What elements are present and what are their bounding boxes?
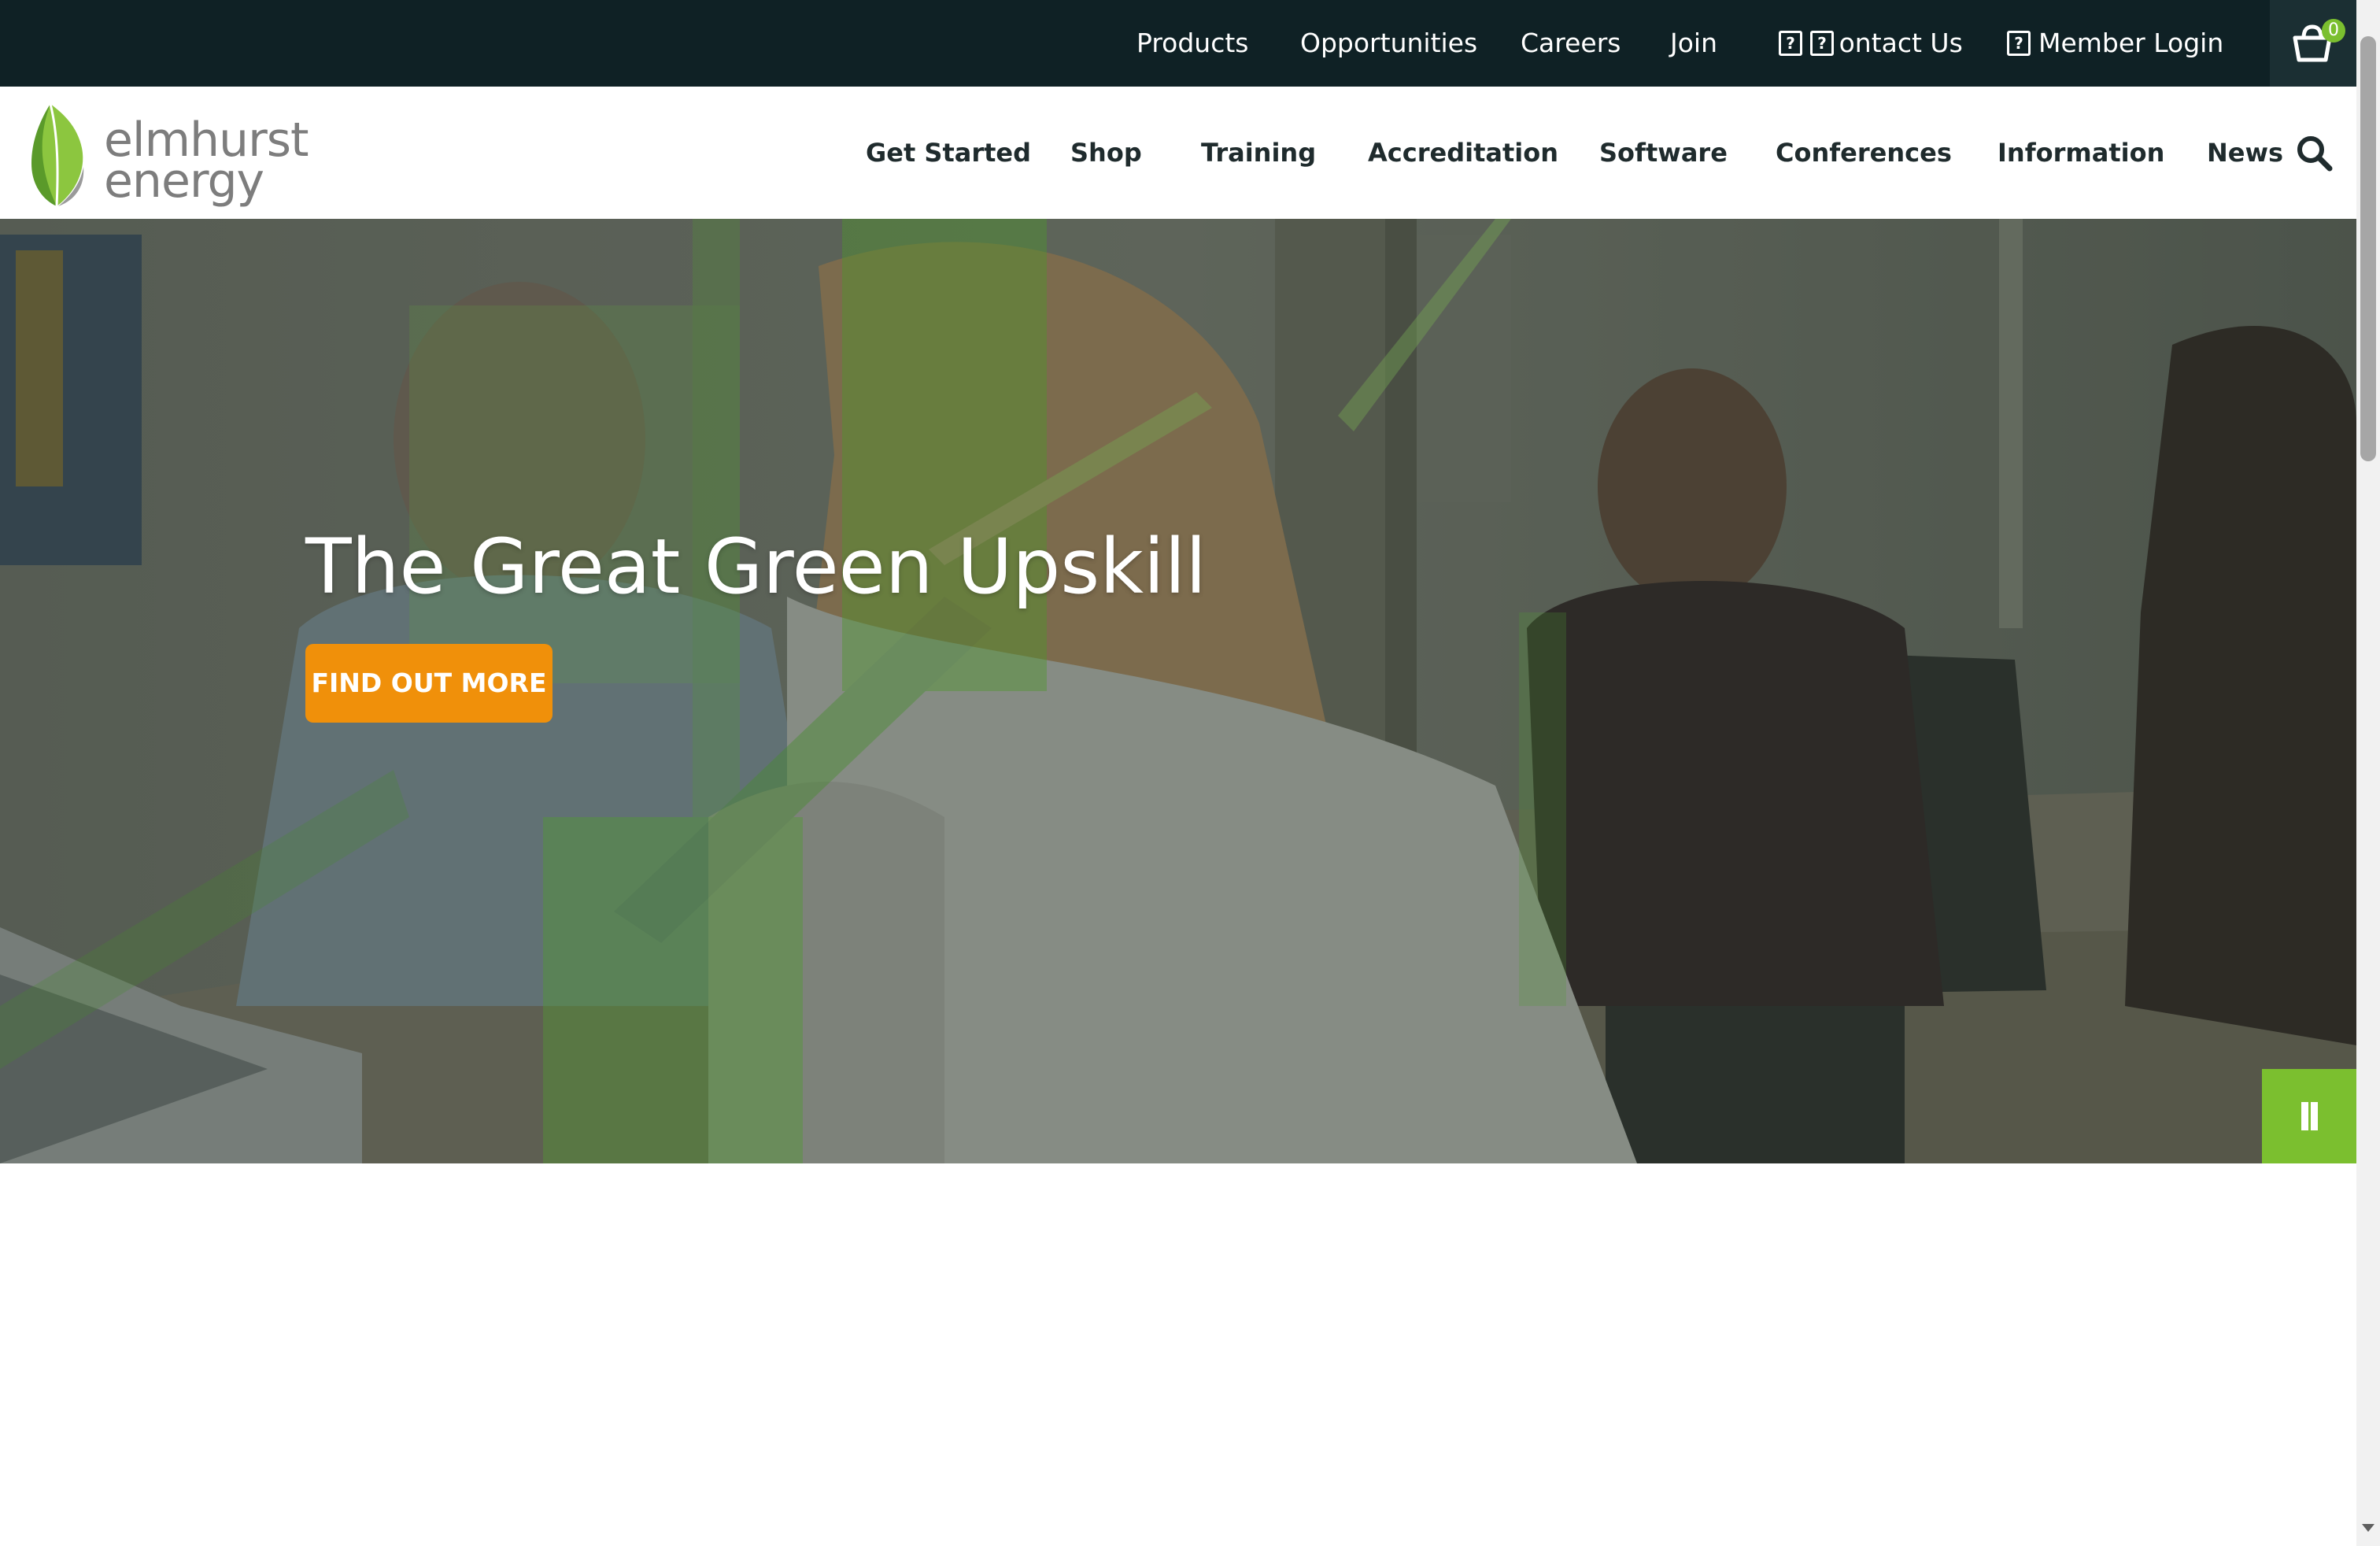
scroll-down-arrow-icon[interactable] [2362, 1524, 2374, 1532]
pause-icon [2301, 1102, 2308, 1130]
logo-wordmark: elmhurst energy [104, 117, 309, 205]
nav-conferences[interactable]: Conferences [1776, 87, 1952, 219]
utility-link-label: Member Login [2038, 28, 2224, 58]
hero-banner: The Great Green Upskill FIND OUT MORE [0, 219, 2356, 1163]
nav-information[interactable]: Information [1998, 87, 2164, 219]
utility-link-label: Opportunities [1300, 28, 1478, 58]
utility-link-label: Careers [1521, 28, 1621, 58]
utility-link-contact-us[interactable]: ? ? ontact Us [1779, 0, 1963, 87]
main-header: elmhurst energy Get Started Shop Trainin… [0, 87, 2356, 219]
nav-accreditation[interactable]: Accreditation [1368, 87, 1558, 219]
cart-count-badge: 0 [2322, 19, 2345, 43]
utility-link-opportunities[interactable]: Opportunities [1300, 0, 1477, 87]
utility-link-label: Join [1670, 28, 1718, 58]
utility-link-member-login[interactable]: ? Member Login [2007, 0, 2223, 87]
cart-button[interactable]: 0 [2270, 0, 2356, 87]
utility-link-join[interactable]: Join [1670, 0, 1717, 87]
scrollbar-thumb[interactable] [2360, 36, 2376, 461]
utility-link-products[interactable]: Products [1136, 0, 1249, 87]
page-scrollbar[interactable] [2356, 0, 2380, 1546]
hero-title: The Great Green Upskill [305, 523, 1207, 611]
search-icon [2297, 136, 2333, 172]
video-pause-button[interactable] [2262, 1069, 2356, 1163]
nav-news[interactable]: News [2207, 87, 2283, 219]
utility-link-label: ontact Us [1834, 28, 1963, 58]
nav-training[interactable]: Training [1201, 87, 1316, 219]
missing-glyph-icon: ? [1810, 31, 1834, 56]
nav-get-started[interactable]: Get Started [866, 87, 1031, 219]
utility-link-careers[interactable]: Careers [1521, 0, 1621, 87]
utility-link-label: Products [1136, 28, 1249, 58]
missing-glyph-icon: ? [2007, 31, 2031, 56]
utility-bar: Products Opportunities Careers Join ? ? … [0, 0, 2356, 87]
search-button[interactable] [2295, 134, 2334, 173]
leaf-icon [31, 103, 84, 207]
site-logo[interactable]: elmhurst energy [27, 94, 309, 213]
nav-shop[interactable]: Shop [1070, 87, 1142, 219]
pause-icon [2311, 1102, 2318, 1130]
missing-glyph-icon: ? [1779, 31, 1802, 56]
find-out-more-button[interactable]: FIND OUT MORE [305, 644, 552, 723]
nav-software[interactable]: Software [1599, 87, 1728, 219]
